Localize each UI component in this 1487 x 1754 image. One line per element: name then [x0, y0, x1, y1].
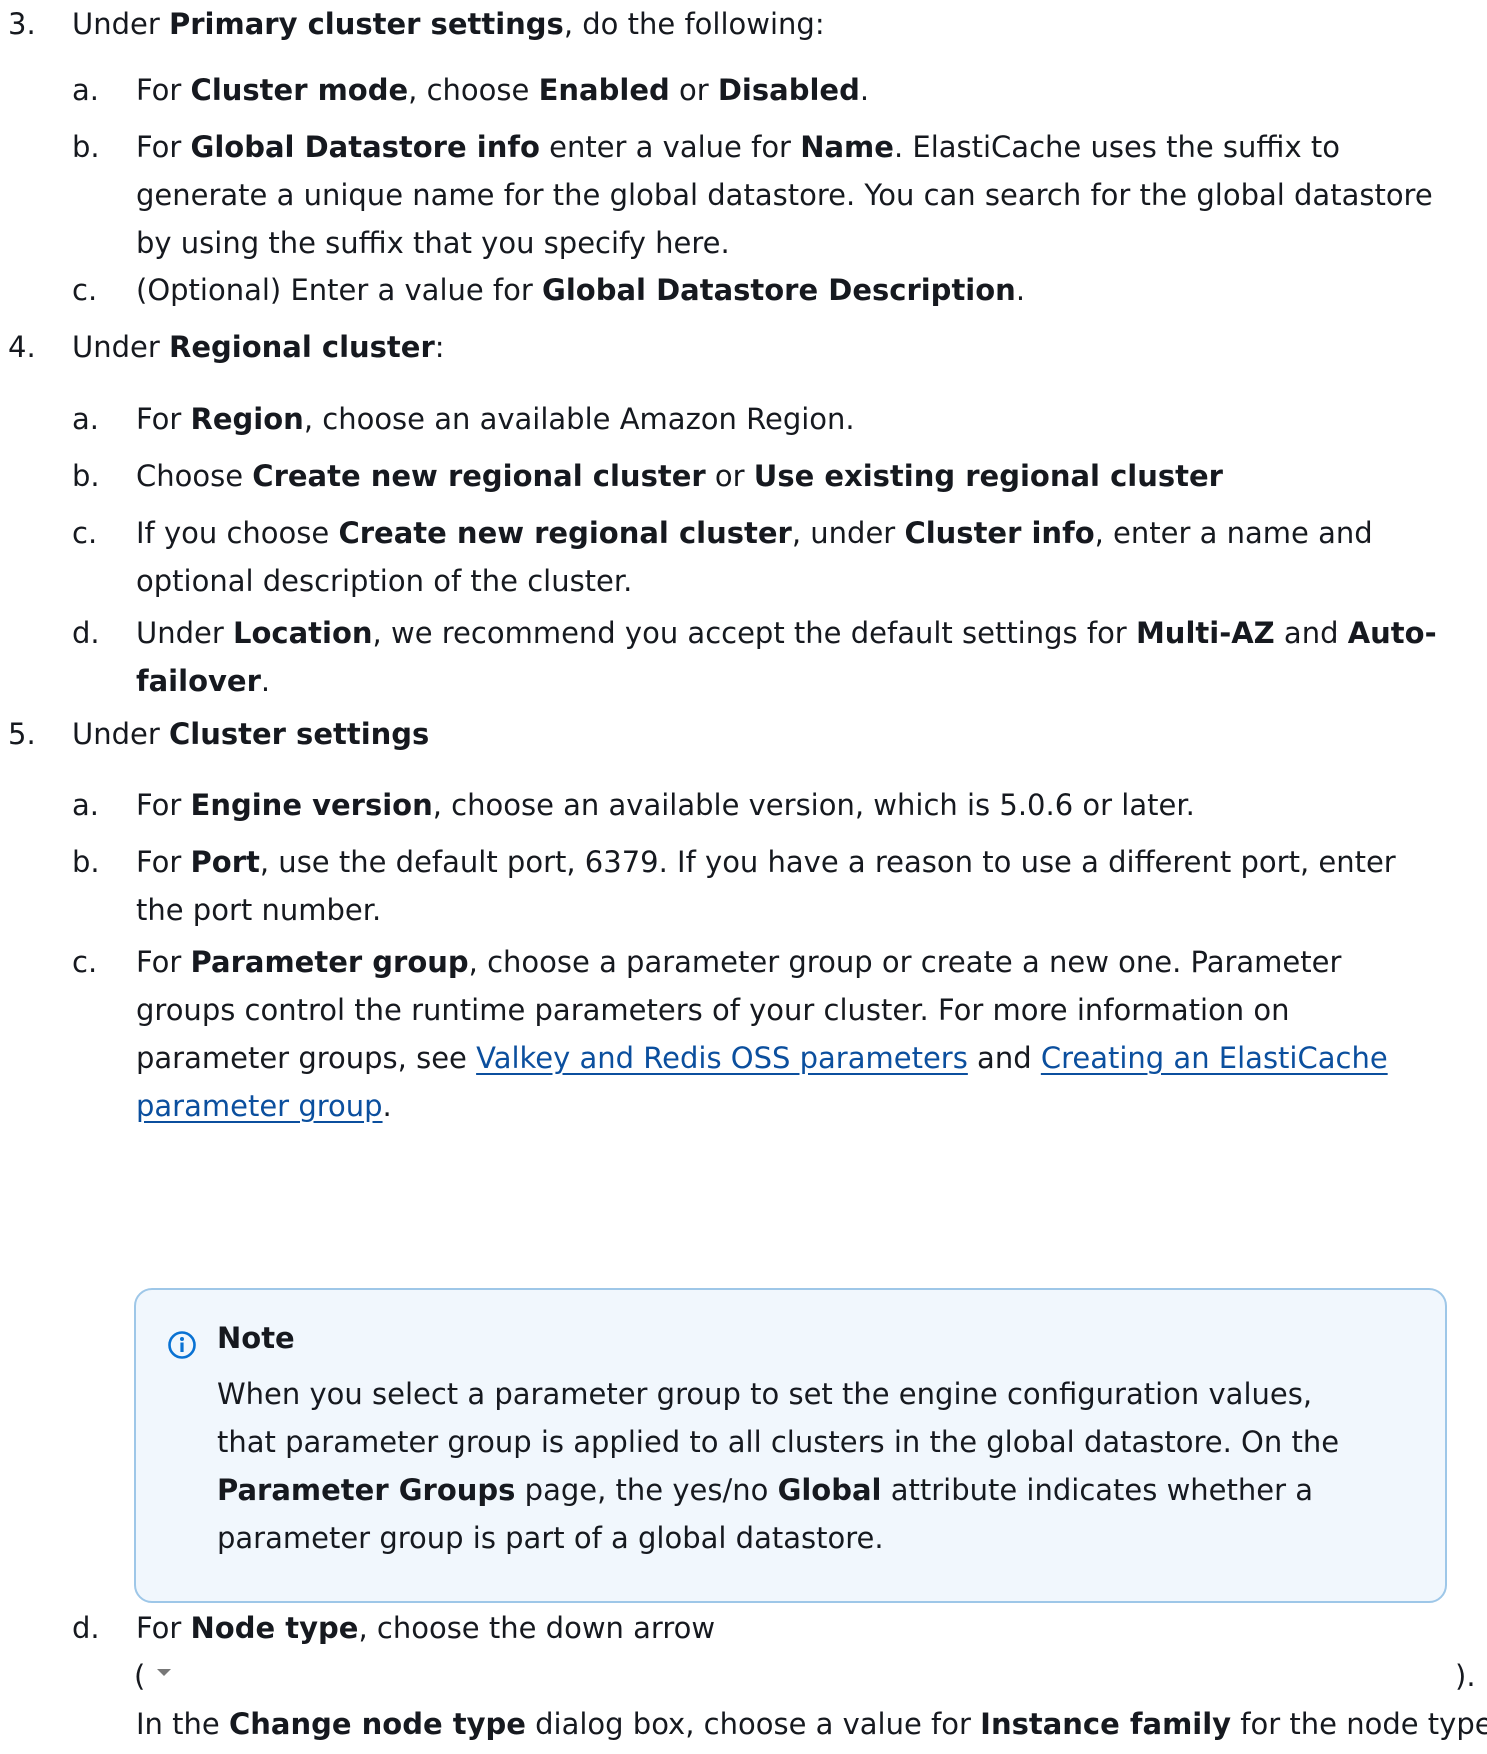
note-body: When you select a parameter group to set…: [217, 1377, 1340, 1555]
note-title: Note: [217, 1321, 295, 1355]
step-text: Under Primary cluster settings, do the f…: [72, 7, 825, 41]
step-number: 3.: [8, 7, 36, 41]
down-arrow-icon: [157, 1669, 171, 1676]
note-callout: Note When you select a parameter group t…: [134, 1288, 1447, 1603]
link-parameters[interactable]: Valkey and Redis OSS parameters: [476, 1041, 968, 1075]
info-icon: [168, 1331, 196, 1359]
open-paren: (: [134, 1659, 146, 1693]
close-paren: ).: [1455, 1659, 1476, 1693]
substep-5d-continued: In the Change node type dialog box, choo…: [136, 1707, 1487, 1741]
